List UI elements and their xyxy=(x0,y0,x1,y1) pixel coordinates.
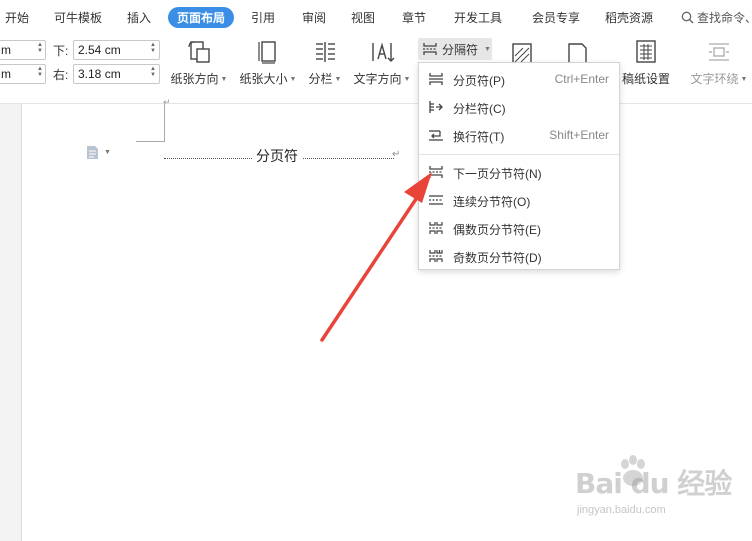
watermark-brand: Bai du 经验 xyxy=(575,467,732,500)
watermark-url: jingyan.baidu.com xyxy=(577,504,666,516)
baidu-watermark: Bai du 经验 jingyan.baidu.com xyxy=(575,455,732,516)
paw-logo-icon xyxy=(621,455,645,486)
